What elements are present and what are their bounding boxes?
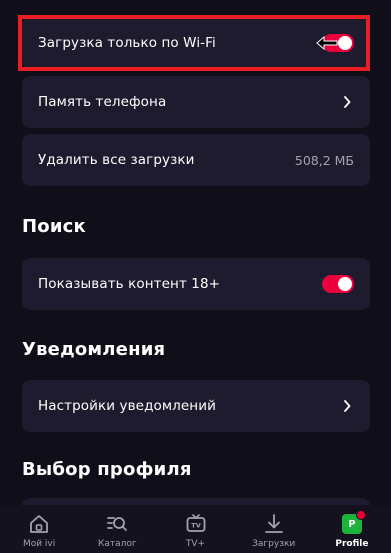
downloads-size-value: 508,2 МБ (294, 152, 354, 168)
wifi-only-label: Загрузка только по Wi-Fi (38, 35, 216, 51)
catalog-search-icon (105, 512, 129, 536)
phone-memory-row[interactable]: Память телефона (22, 76, 370, 128)
avatar: P (341, 510, 366, 534)
tab-label: Мой ivi (22, 539, 56, 549)
notification-settings-label: Настройки уведомлений (38, 398, 216, 414)
svg-text:TV: TV (191, 522, 200, 530)
chevron-right-icon (340, 95, 354, 109)
tab-downloads[interactable]: Загрузки (235, 505, 313, 553)
tv-icon: TV (184, 512, 208, 536)
profile-section-title: Выбор профиля (22, 459, 192, 480)
toggle-knob (338, 277, 352, 291)
delete-downloads-row[interactable]: Удалить все загрузки 508,2 МБ (22, 134, 370, 186)
tab-my-ivi[interactable]: Мой ivi (0, 505, 78, 553)
home-icon (27, 512, 51, 536)
cursor-arrow-icon (316, 35, 338, 51)
tab-catalog[interactable]: Каталог (78, 505, 156, 553)
adult-content-label: Показывать контент 18+ (38, 276, 221, 292)
tab-label: TV+ (185, 539, 206, 549)
notification-settings-row[interactable]: Настройки уведомлений (22, 380, 370, 432)
search-section-title: Поиск (22, 216, 86, 237)
avatar-letter: P (348, 518, 356, 530)
delete-downloads-label: Удалить все загрузки (38, 152, 195, 168)
bottom-tab-bar: Мой ivi Каталог TV TV+ Загрузки P Profil… (0, 505, 391, 553)
chevron-right-icon (340, 399, 354, 413)
tab-tv-plus[interactable]: TV TV+ (156, 505, 234, 553)
phone-memory-label: Память телефона (38, 94, 167, 110)
adult-content-toggle[interactable] (322, 275, 354, 293)
notification-dot (355, 510, 366, 520)
notifications-section-title: Уведомления (22, 339, 166, 360)
tab-label: Загрузки (252, 539, 296, 549)
profile-icon: P (340, 510, 366, 536)
download-icon (262, 512, 286, 536)
tab-label: Profile (335, 539, 369, 549)
adult-content-row[interactable]: Показывать контент 18+ (22, 258, 370, 310)
tab-label: Каталог (97, 539, 137, 549)
toggle-knob (338, 36, 352, 50)
tab-profile[interactable]: P Profile (313, 505, 391, 553)
